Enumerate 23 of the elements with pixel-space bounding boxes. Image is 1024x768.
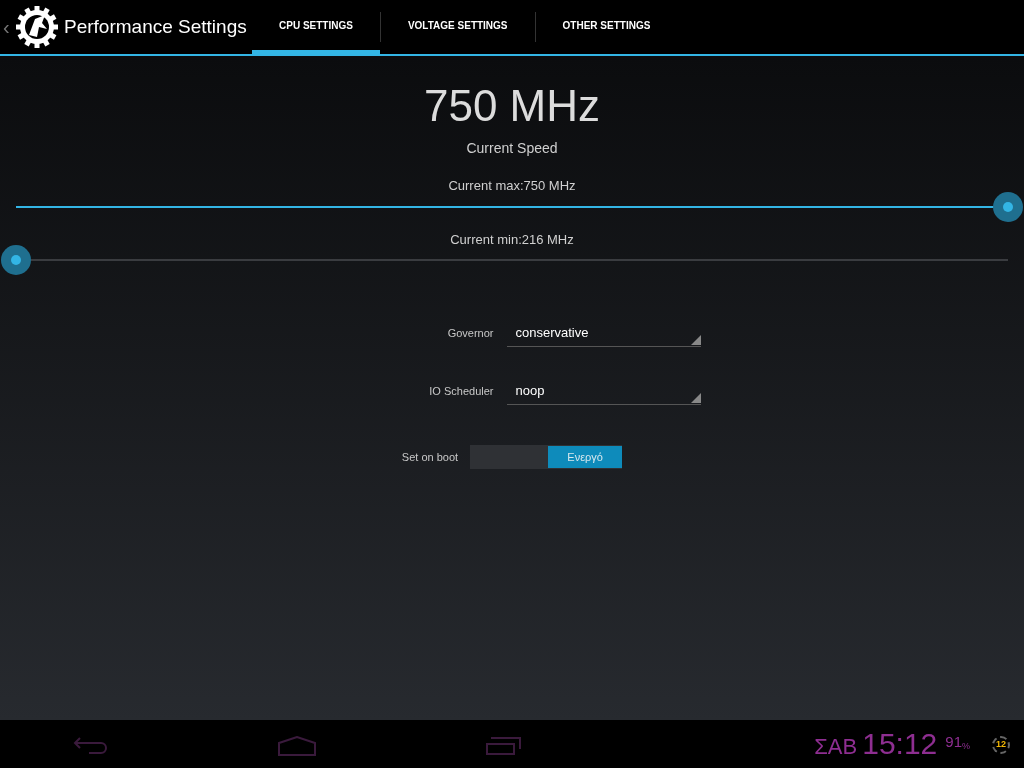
tab[interactable]: OTHER SETTINGS	[535, 0, 678, 54]
dropdown-corner-icon	[690, 335, 701, 345]
status-time: 15:12	[862, 728, 938, 760]
slider-label: Current min:216 MHz	[450, 230, 574, 249]
battery-level: 91	[945, 732, 962, 752]
dropdown[interactable]: noop	[506, 377, 701, 405]
current-speed-caption: Current Speed	[466, 139, 558, 158]
slider-label: Current max:750 MHz	[448, 177, 576, 195]
app-title: Performance Settings	[64, 14, 247, 39]
slider-thumb[interactable]	[1, 245, 31, 275]
tab[interactable]: VOLTAGE SETTINGS	[380, 0, 535, 54]
dropdown[interactable]: conservative	[506, 319, 701, 347]
dropdown-corner-icon	[690, 393, 701, 403]
slider-thumb[interactable]	[993, 191, 1023, 222]
status-day: ΣΑΒ	[814, 734, 858, 760]
switch-label: Set on boot	[401, 449, 459, 465]
dropdown-label: IO Scheduler	[428, 383, 494, 399]
gear-logo-icon	[15, 5, 59, 49]
battery-unit: %	[962, 741, 970, 753]
up-caret[interactable]: ‹	[3, 12, 13, 42]
dropdown-label: Governor	[446, 325, 494, 341]
notification-badge[interactable]: 12	[992, 736, 1010, 754]
current-speed-value: 750 MHz	[423, 80, 601, 132]
